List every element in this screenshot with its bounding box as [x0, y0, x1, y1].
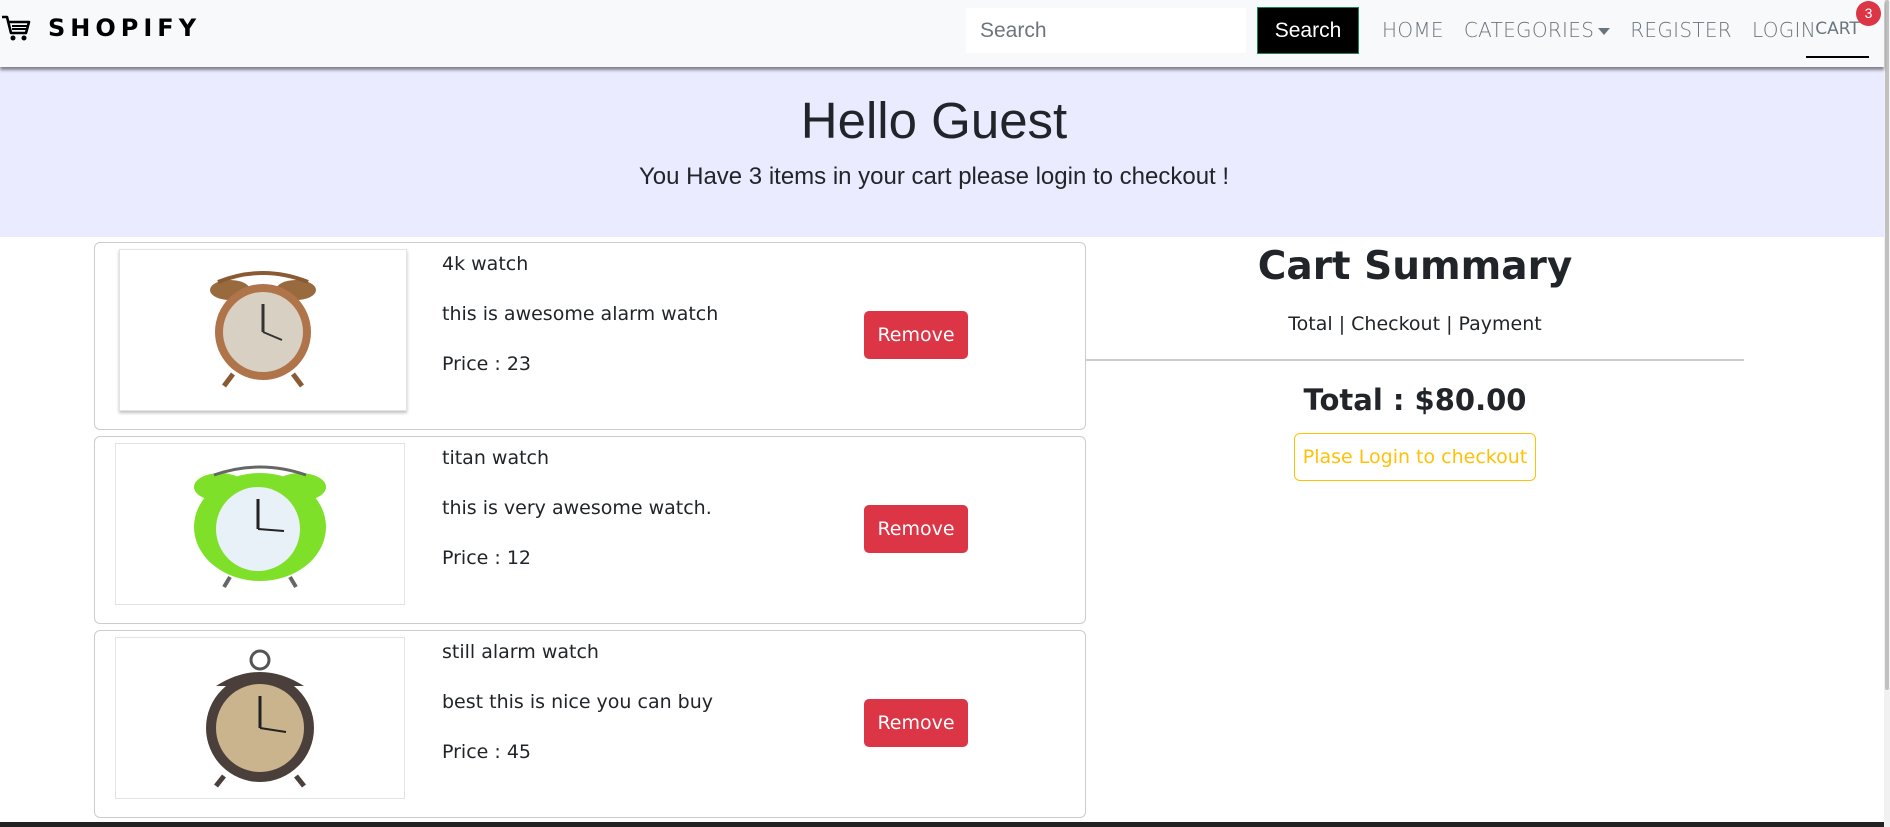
cart-total: Total : $80.00 — [1303, 383, 1527, 417]
remove-button[interactable]: Remove — [864, 505, 968, 553]
cart-item: still alarm watch best this is nice you … — [94, 630, 1086, 818]
alarm-clock-icon — [194, 465, 326, 589]
product-info: titan watch this is very awesome watch. … — [442, 447, 712, 597]
product-image — [115, 637, 405, 799]
navbar: SHOPIFY Search HOME CATEGORIES REGISTER … — [0, 0, 1884, 67]
nav-categories[interactable]: CATEGORIES — [1463, 18, 1611, 42]
alarm-clock-icon — [210, 271, 316, 388]
cart-count-badge: 3 — [1856, 1, 1881, 26]
product-price: Price : 23 — [442, 353, 532, 375]
product-description: this is very awesome watch. — [442, 497, 712, 519]
product-info: still alarm watch best this is nice you … — [442, 641, 713, 791]
bottom-edge — [0, 822, 1884, 827]
search-input[interactable] — [966, 8, 1246, 53]
brand[interactable]: SHOPIFY — [0, 12, 201, 44]
product-price: Price : 12 — [442, 547, 532, 569]
product-info: 4k watch this is awesome alarm watch Pri… — [442, 253, 718, 403]
remove-button[interactable]: Remove — [864, 699, 968, 747]
cart-summary-title: Cart Summary — [1257, 244, 1573, 289]
cart-item: titan watch this is very awesome watch. … — [94, 436, 1086, 624]
login-to-checkout-button[interactable]: Plase Login to checkout — [1294, 433, 1536, 481]
nav-categories-label: CATEGORIES — [1463, 18, 1595, 42]
divider — [1086, 359, 1744, 361]
caret-down-icon — [1598, 28, 1611, 35]
cart-message: You Have 3 items in your cart please log… — [638, 163, 1230, 190]
product-description: best this is nice you can buy — [442, 691, 714, 713]
product-name: still alarm watch — [442, 641, 599, 663]
product-image — [115, 443, 405, 605]
cart-item: 4k watch this is awesome alarm watch Pri… — [94, 242, 1086, 430]
nav-home[interactable]: HOME — [1382, 18, 1444, 42]
product-image — [119, 249, 407, 411]
brand-name[interactable]: SHOPIFY — [48, 14, 201, 42]
product-description: this is awesome alarm watch — [442, 303, 719, 325]
cart-summary-subtitle: Total | Checkout | Payment — [1288, 313, 1542, 335]
scrollbar-thumb[interactable] — [1885, 0, 1889, 690]
shopping-cart-icon — [0, 12, 32, 44]
product-price: Price : 45 — [442, 741, 532, 763]
nav-links: HOME CATEGORIES REGISTER LOGIN — [1372, 0, 1826, 60]
hero-banner: Hello Guest You Have 3 items in your car… — [0, 67, 1884, 237]
remove-button[interactable]: Remove — [864, 311, 968, 359]
greeting-heading: Hello Guest — [800, 92, 1068, 149]
search-button[interactable]: Search — [1257, 7, 1359, 54]
product-name: 4k watch — [442, 253, 529, 275]
product-name: titan watch — [442, 447, 550, 469]
alarm-clock-icon — [206, 649, 314, 788]
cart-summary: Cart Summary Total | Checkout | Payment … — [1086, 240, 1744, 481]
nav-register[interactable]: REGISTER — [1630, 18, 1732, 42]
